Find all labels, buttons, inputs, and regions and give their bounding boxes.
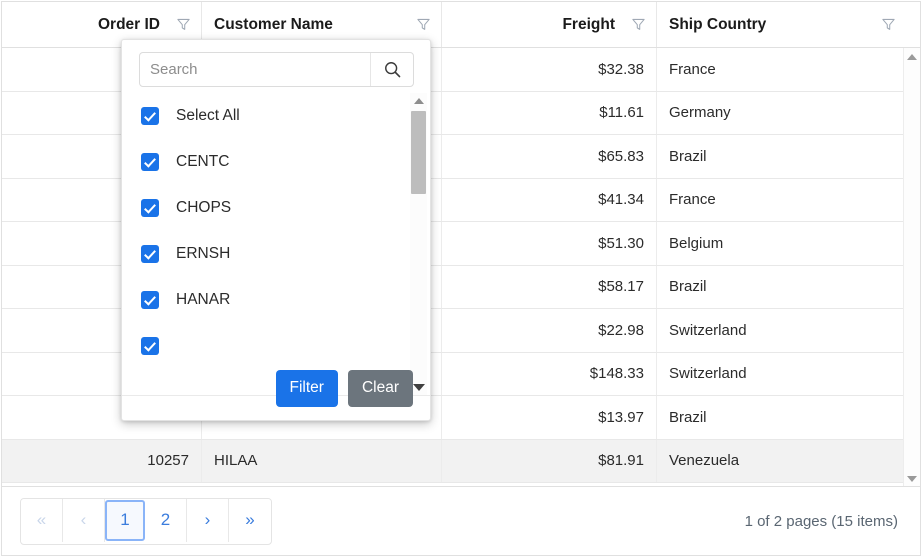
cell-ship-country: Brazil [669, 408, 707, 426]
checkbox-checked-icon[interactable] [141, 337, 159, 355]
cell-freight: $32.38 [442, 48, 657, 91]
cell-ship-country: Switzerland [669, 321, 747, 339]
filter-funnel-icon-ship-country[interactable] [881, 17, 896, 32]
cell-freight: $11.61 [442, 91, 657, 134]
filter-scroll-up-arrow-icon[interactable] [410, 93, 427, 109]
pager-page-1-button[interactable]: 1 [105, 499, 145, 541]
list-item[interactable]: HANAR [122, 277, 430, 323]
checkbox-checked-icon[interactable] [141, 291, 159, 309]
column-header-ship-country[interactable]: Ship Country [657, 2, 906, 47]
cell-freight: $65.83 [442, 135, 657, 178]
filter-funnel-icon-freight[interactable] [631, 17, 646, 32]
cell-ship-country: France [669, 60, 716, 78]
pager-first-button[interactable]: « [21, 498, 63, 542]
cell-freight: $81.91 [442, 439, 657, 482]
filter-search-box[interactable] [139, 52, 414, 87]
cell-ship-country: Brazil [669, 278, 707, 296]
pager-next-button[interactable]: › [187, 498, 229, 542]
cell-ship-country: Switzerland [669, 365, 747, 383]
list-item[interactable]: Select All [122, 93, 430, 139]
checkbox-checked-icon[interactable] [141, 153, 159, 171]
checkbox-checked-icon[interactable] [141, 199, 159, 217]
search-icon [384, 62, 400, 78]
checkbox-checked-icon[interactable] [141, 107, 159, 125]
list-item-label: ERNSH [176, 245, 231, 262]
pager-navigation: « ‹ 1 2 › » [20, 497, 272, 545]
pager: « ‹ 1 2 › » 1 of 2 pages (15 items) [1, 487, 921, 556]
filter-popup-footer: Filter Clear [122, 356, 430, 420]
cell-customer-name: HILAA [202, 439, 442, 482]
list-item[interactable]: CHOPS [122, 185, 430, 231]
list-item-label: CHOPS [176, 199, 232, 216]
filter-list-scrollbar[interactable] [410, 93, 427, 395]
cell-freight: $13.97 [442, 396, 657, 439]
checkbox-checked-icon[interactable] [141, 245, 159, 263]
cell-ship-country: Belgium [669, 234, 724, 252]
filter-funnel-icon-customer-name[interactable] [416, 17, 431, 32]
list-item[interactable]: CENTC [122, 139, 430, 185]
scroll-down-arrow-icon[interactable] [904, 470, 920, 486]
filter-search-button[interactable] [370, 53, 413, 86]
filter-scrollbar-thumb[interactable] [411, 111, 426, 194]
filter-checkbox-list[interactable]: Select All CENTC CHOPS ERNSH HANAR [122, 93, 430, 396]
pager-page-2-button[interactable]: 2 [145, 498, 187, 542]
column-header-label: Customer Name [214, 15, 333, 33]
filter-apply-button[interactable]: Filter [275, 369, 338, 407]
table-row[interactable]: 10257 HILAA $81.91 Venezuela [2, 439, 904, 483]
filter-search-input[interactable] [140, 53, 370, 86]
list-item-label: HANAR [176, 291, 231, 308]
filter-funnel-icon-order-id[interactable] [176, 17, 191, 32]
cell-ship-country: Brazil [669, 147, 707, 165]
cell-order-id: 10257 [2, 439, 202, 482]
grid-vertical-scrollbar[interactable] [903, 48, 920, 486]
column-header-freight[interactable]: Freight [442, 2, 657, 47]
cell-freight: $41.34 [442, 178, 657, 221]
pager-info-text: 1 of 2 pages (15 items) [744, 512, 898, 530]
cell-freight: $58.17 [442, 265, 657, 308]
filter-clear-button[interactable]: Clear [347, 369, 413, 407]
excel-filter-popup: Select All CENTC CHOPS ERNSH HANAR Filter Cl… [121, 39, 431, 421]
column-header-label: Freight [562, 15, 615, 33]
cell-ship-country: France [669, 191, 716, 209]
cell-ship-country: Venezuela [669, 452, 740, 470]
pager-prev-button[interactable]: ‹ [63, 498, 105, 542]
cell-freight: $148.33 [442, 352, 657, 395]
grid-app: Order ID Customer Name Freight Ship Coun… [0, 0, 922, 557]
list-item[interactable]: ERNSH [122, 231, 430, 277]
column-header-label: Ship Country [669, 15, 767, 33]
scroll-up-arrow-icon[interactable] [904, 48, 920, 65]
list-item-label: CENTC [176, 153, 230, 170]
column-header-label: Order ID [97, 15, 160, 33]
cell-freight: $51.30 [442, 222, 657, 265]
cell-ship-country: Germany [669, 104, 731, 122]
pager-last-button[interactable]: » [229, 498, 271, 542]
list-item-label: Select All [176, 107, 240, 124]
cell-freight: $22.98 [442, 309, 657, 352]
